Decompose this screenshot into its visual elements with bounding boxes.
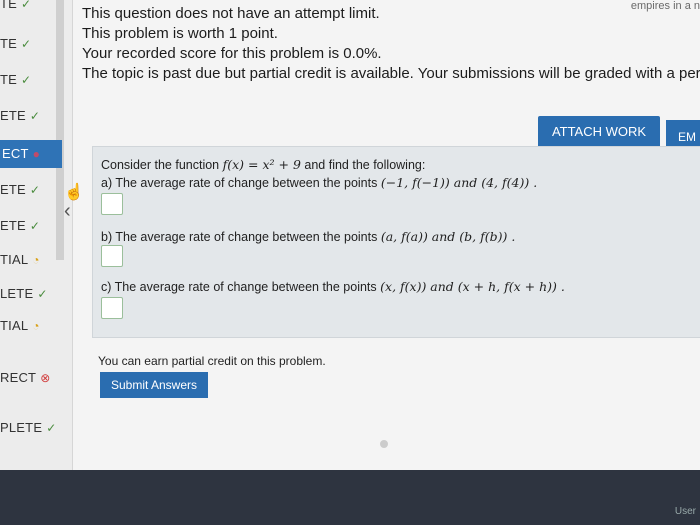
intro-prefix: Consider the function xyxy=(101,158,220,172)
sidebar-item-label: ETE xyxy=(0,108,26,123)
status-dot-icon: ● xyxy=(32,147,41,161)
part-b: b) The average rate of change between th… xyxy=(101,229,515,244)
sidebar-item-label: RECT xyxy=(0,370,37,385)
sidebar-item-8[interactable]: TIAL ◔ xyxy=(0,252,40,267)
part-b-text: b) The average rate of change between th… xyxy=(101,230,378,244)
sidebar-item-7[interactable]: ETE ✓ xyxy=(0,218,40,233)
incorrect-icon: ⊗ xyxy=(40,371,51,385)
sidebar-item-1[interactable]: TE ✓ xyxy=(0,0,31,11)
sidebar-item-2[interactable]: TE ✓ xyxy=(0,36,31,51)
check-icon: ✓ xyxy=(46,421,57,435)
answer-a-input[interactable] xyxy=(101,193,123,215)
sidebar-item-label: ETE xyxy=(0,182,26,197)
check-icon: ✓ xyxy=(29,219,41,233)
submit-answers-button[interactable]: Submit Answers xyxy=(100,372,208,398)
sidebar-item-3[interactable]: TE ✓ xyxy=(0,72,31,87)
sidebar-item-label: TE xyxy=(0,36,18,51)
due-text: The topic is past due but partial credit… xyxy=(82,65,700,82)
screen-bottom-bezel: User xyxy=(0,470,700,525)
problem-info: This question does not have an attempt l… xyxy=(82,4,700,84)
check-icon: ✓ xyxy=(37,287,48,301)
answer-b-input[interactable] xyxy=(101,245,123,267)
partial-icon: ◔ xyxy=(32,319,40,333)
sidebar-item-label: TIAL xyxy=(0,318,29,333)
part-a-points: (−1, f(−1)) and (4, f(4)) . xyxy=(380,175,538,190)
part-a: a) The average rate of change between th… xyxy=(101,175,537,190)
hand-cursor-icon: ☝ xyxy=(64,184,84,201)
part-a-text: a) The average rate of change between th… xyxy=(101,176,378,190)
sidebar-item-6[interactable]: ETE ✓ xyxy=(0,182,40,197)
answer-c-input[interactable] xyxy=(101,297,123,319)
attach-work-button[interactable]: ATTACH WORK xyxy=(538,116,660,148)
partial-icon: ◔ xyxy=(32,253,40,267)
sidebar: TE ✓ TE ✓ TE ✓ ETE ✓ ECT ● ETE ✓ ETE ✓ TIAL ◔ LE… xyxy=(0,0,73,470)
check-icon: ✓ xyxy=(29,183,41,197)
user-label: User xyxy=(674,506,696,517)
intro-suffix: and find the following: xyxy=(304,158,426,172)
sidebar-item-label: LETE xyxy=(0,286,34,301)
sidebar-item-10[interactable]: TIAL ◔ xyxy=(0,318,40,333)
function-formula: f(x) = x² + 9 xyxy=(222,157,301,172)
part-c-points: (x, f(x)) and (x + h, f(x + h)) . xyxy=(380,279,565,294)
sidebar-item-5-active[interactable]: ECT ● xyxy=(0,140,62,168)
part-b-points: (a, f(a)) and (b, f(b)) . xyxy=(380,229,516,244)
part-c: c) The average rate of change between th… xyxy=(101,279,565,294)
chevron-left-icon[interactable]: ‹ xyxy=(64,200,71,223)
check-icon: ✓ xyxy=(29,109,41,123)
sidebar-item-12[interactable]: PLETE ✓ xyxy=(0,420,56,435)
attempt-limit-text: This question does not have an attempt l… xyxy=(82,5,380,22)
check-icon: ✓ xyxy=(21,73,32,87)
problem-box: Consider the function f(x) = x² + 9 and … xyxy=(92,146,700,338)
sidebar-item-label: ECT xyxy=(2,146,29,161)
sidebar-item-label: TE xyxy=(0,72,18,87)
sidebar-item-11[interactable]: RECT ⊗ xyxy=(0,370,50,385)
sidebar-item-label: TE xyxy=(0,0,18,11)
decorative-dot xyxy=(380,440,388,448)
sidebar-item-4[interactable]: ETE ✓ xyxy=(0,108,40,123)
sidebar-item-label: ETE xyxy=(0,218,26,233)
check-icon: ✓ xyxy=(21,37,32,51)
check-icon: ✓ xyxy=(21,0,32,11)
score-text: Your recorded score for this problem is … xyxy=(82,45,382,62)
partial-credit-note: You can earn partial credit on this prob… xyxy=(98,354,326,368)
part-c-text: c) The average rate of change between th… xyxy=(101,280,377,294)
points-text: This problem is worth 1 point. xyxy=(82,25,278,42)
sidebar-item-9[interactable]: LETE ✓ xyxy=(0,286,48,301)
sidebar-item-label: PLETE xyxy=(0,420,43,435)
problem-intro: Consider the function f(x) = x² + 9 and … xyxy=(101,157,425,172)
sidebar-item-label: TIAL xyxy=(0,252,29,267)
sidebar-scrollbar[interactable] xyxy=(56,0,64,260)
